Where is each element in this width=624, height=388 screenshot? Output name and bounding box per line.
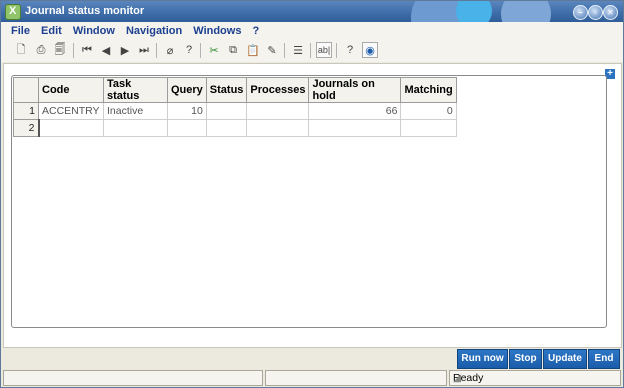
- cell-code[interactable]: [38, 119, 104, 137]
- cell-journals-on-hold[interactable]: 66: [308, 102, 402, 120]
- toolbar: 🗋 ⎙ 🗐 ⏮ ◀ ▶ ⏭ ⌀ ? ✂ ⧉ 📋 ✎ ☰ ab| ? ◉: [1, 40, 623, 62]
- title-bar: Journal status monitor – ▫ ✕: [1, 1, 623, 22]
- toolbar-separator: [284, 43, 285, 58]
- cell-code[interactable]: ACCENTRY: [38, 102, 104, 120]
- menu-bar: File Edit Window Navigation Windows ?: [1, 22, 623, 40]
- title-decoration-3: [501, 1, 551, 22]
- cell-matching[interactable]: [400, 119, 457, 137]
- grid-corner: [13, 77, 39, 103]
- table-row[interactable]: 2: [13, 119, 457, 137]
- new-document-icon[interactable]: 🗋: [13, 42, 29, 58]
- copy-icon[interactable]: ⧉: [225, 42, 241, 58]
- column-header-code[interactable]: Code: [38, 77, 104, 103]
- window-title: Journal status monitor: [25, 5, 145, 17]
- column-header-matching[interactable]: Matching: [400, 77, 457, 103]
- paste-icon[interactable]: 📋: [245, 42, 261, 58]
- row-number[interactable]: 1: [13, 102, 39, 120]
- help-bubble-icon[interactable]: ?: [181, 42, 197, 58]
- cell-processes[interactable]: [246, 102, 310, 120]
- cell-task-status[interactable]: [103, 119, 168, 137]
- first-record-icon[interactable]: ⏮: [79, 42, 95, 58]
- column-header-query[interactable]: Query: [167, 77, 207, 103]
- end-button[interactable]: End: [588, 349, 620, 369]
- resize-grip-icon[interactable]: ◢: [453, 372, 618, 384]
- cell-processes[interactable]: [246, 119, 310, 137]
- stop-button[interactable]: Stop: [509, 349, 542, 369]
- menu-windows[interactable]: Windows: [193, 25, 241, 37]
- list-icon[interactable]: ☰: [290, 42, 306, 58]
- content-area: + Code Task status Query Status Processe…: [3, 63, 622, 348]
- status-bar: Ready ◢: [1, 369, 623, 386]
- cell-journals-on-hold[interactable]: [308, 119, 402, 137]
- app-window: Journal status monitor – ▫ ✕ File Edit W…: [0, 0, 624, 388]
- row-number[interactable]: 2: [13, 119, 40, 137]
- menu-edit[interactable]: Edit: [41, 25, 62, 37]
- cell-task-status[interactable]: Inactive: [103, 102, 168, 120]
- column-header-status[interactable]: Status: [205, 77, 248, 103]
- grid-header-row: Code Task status Query Status Processes …: [13, 77, 457, 103]
- status-pane-1: [3, 370, 263, 386]
- menu-help[interactable]: ?: [253, 25, 260, 37]
- web-help-icon[interactable]: ◉: [362, 42, 378, 58]
- print-preview-icon[interactable]: 🗐: [52, 42, 68, 58]
- column-header-journals-on-hold[interactable]: Journals on hold: [308, 77, 402, 103]
- maximize-icon[interactable]: ▫: [588, 5, 603, 20]
- toolbar-separator: [310, 43, 311, 58]
- column-header-processes[interactable]: Processes: [246, 77, 310, 103]
- menu-window[interactable]: Window: [73, 25, 115, 37]
- print-icon[interactable]: ⎙: [33, 42, 49, 58]
- cell-query[interactable]: 10: [167, 102, 207, 120]
- cut-icon[interactable]: ✂: [206, 42, 222, 58]
- update-button[interactable]: Update: [543, 349, 587, 369]
- help-icon[interactable]: ?: [342, 42, 358, 58]
- previous-record-icon[interactable]: ◀: [98, 42, 114, 58]
- title-decoration-2: [456, 1, 492, 22]
- toolbar-separator: [200, 43, 201, 58]
- table-row[interactable]: 1 ACCENTRY Inactive 10 66 0: [13, 102, 457, 120]
- text-format-button[interactable]: ab|: [316, 42, 332, 58]
- cell-matching[interactable]: 0: [400, 102, 457, 120]
- grid-frame: Code Task status Query Status Processes …: [11, 75, 607, 328]
- edit-icon[interactable]: ✎: [264, 42, 280, 58]
- journal-status-grid: Code Task status Query Status Processes …: [13, 77, 457, 137]
- attachment-icon[interactable]: ⌀: [162, 42, 178, 58]
- last-record-icon[interactable]: ⏭: [136, 42, 152, 58]
- menu-file[interactable]: File: [11, 25, 30, 37]
- status-pane-2: [265, 370, 447, 386]
- cell-query[interactable]: [167, 119, 207, 137]
- toolbar-separator: [73, 43, 74, 58]
- toolbar-separator: [156, 43, 157, 58]
- menu-navigation[interactable]: Navigation: [126, 25, 182, 37]
- close-icon[interactable]: ✕: [603, 5, 618, 20]
- cell-status[interactable]: [205, 119, 248, 137]
- minimize-icon[interactable]: –: [573, 5, 588, 20]
- column-header-task-status[interactable]: Task status: [103, 77, 168, 103]
- status-pane-3: Ready ◢: [449, 370, 621, 386]
- next-record-icon[interactable]: ▶: [117, 42, 133, 58]
- cell-status[interactable]: [205, 102, 248, 120]
- app-logo-icon: [5, 4, 21, 20]
- toolbar-separator: [336, 43, 337, 58]
- run-now-button[interactable]: Run now: [457, 349, 508, 369]
